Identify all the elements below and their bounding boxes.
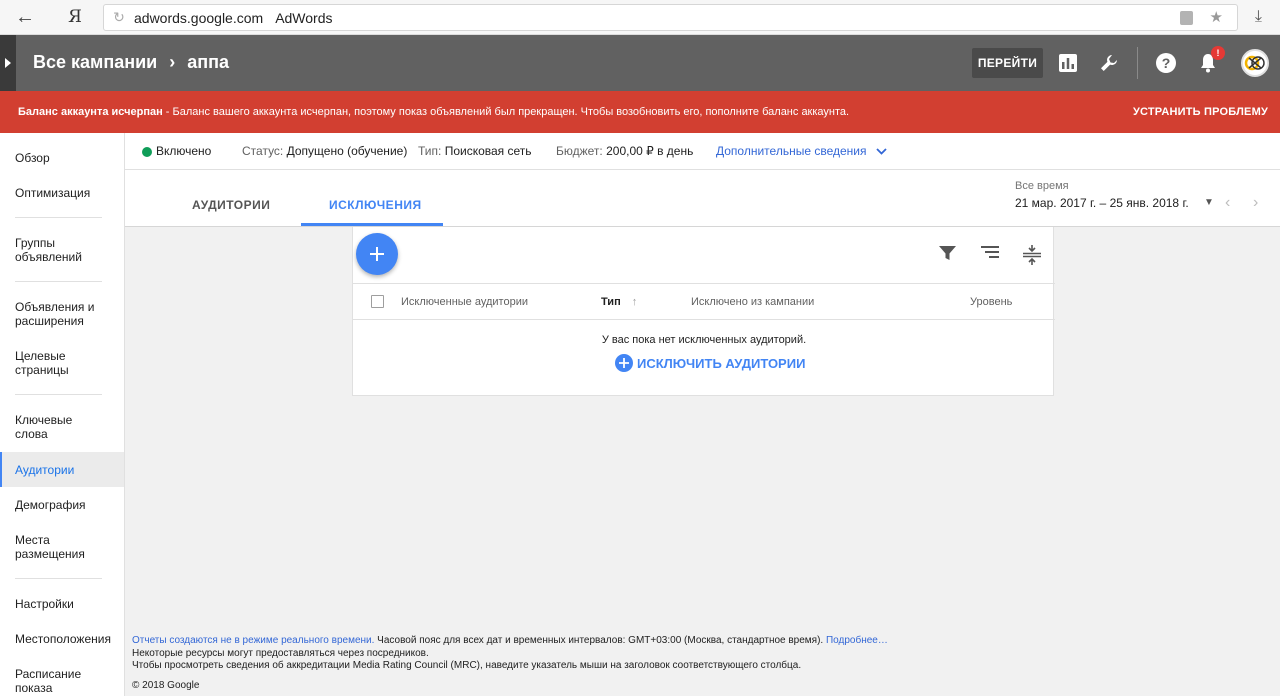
plus-icon [370,247,384,261]
reload-icon[interactable]: ↻ [104,9,134,26]
copyright: © 2018 Google [132,680,200,691]
filter-icon[interactable] [939,245,959,265]
more-details-label: Дополнительные сведения [716,144,867,158]
chevron-down-icon [876,148,887,156]
back-arrow-icon[interactable]: ← [0,6,50,29]
sidebar-divider [15,578,102,579]
column-header-level[interactable]: Уровень [970,296,1012,308]
status-value: Допущено (обучение) [286,144,408,158]
intermediaries-note: Некоторые ресурсы могут предоставляться … [132,647,429,659]
next-period-icon[interactable]: › [1253,194,1258,212]
fix-problem-button[interactable]: УСТРАНИТЬ ПРОБЛЕМУ [1133,106,1268,118]
sidebar-item-landing-pages[interactable]: Целевые страницы [0,349,80,377]
date-range-selector[interactable]: 21 мар. 2017 г. – 25 янв. 2018 г. [1015,196,1189,210]
sidebar-item-keywords[interactable]: Ключевые слова [0,413,80,441]
tabs-row: АУДИТОРИИ ИСКЛЮЧЕНИЯ Все время 21 мар. 2… [125,170,1280,227]
help-icon[interactable]: ? [1154,51,1178,75]
campaign-status-bar: Включено Статус: Допущено (обучение) Тип… [125,133,1280,170]
sidebar-item-overview[interactable]: Обзор [0,151,124,165]
sidebar-item-placements[interactable]: Места размещения [0,533,85,561]
column-header-type[interactable]: Тип ↑ [601,296,637,308]
sidebar-item-locations[interactable]: Местоположения [0,632,124,646]
compact-view-icon[interactable] [1023,245,1043,265]
mrc-note: Чтобы просмотреть сведения об аккредитац… [132,660,802,671]
sidebar-item-ads-extensions[interactable]: Объявления и расширения [0,300,100,328]
account-balance-alert: Баланс аккаунта исчерпан - Баланс вашего… [0,91,1280,133]
column-header-excluded-from[interactable]: Исключено из кампании [691,296,814,308]
avatar[interactable] [1241,49,1269,77]
budget-label: Бюджет: [556,144,603,158]
download-icon[interactable]: ⤓ [1255,8,1262,26]
type-column-label: Тип [601,296,621,308]
column-header-excluded-audiences[interactable]: Исключенные аудитории [401,296,528,308]
table-header: Исключенные аудитории Тип ↑ Исключено из… [353,283,1055,320]
type-value: Поисковая сеть [444,144,532,158]
sidebar-item-ad-schedule[interactable]: Расписание показа [0,667,81,695]
sidebar-divider [15,281,102,282]
sidebar-navigation: Обзор Оптимизация Группы объявлений Объя… [0,133,125,696]
yandex-logo-icon[interactable]: Я [50,7,100,27]
url-domain: adwords.google.com [134,9,264,26]
goto-button[interactable]: ПЕРЕЙТИ [972,48,1043,78]
date-range-label: Все время [1015,180,1069,192]
empty-state-message: У вас пока нет исключенных аудиторий. [601,334,807,346]
segment-icon[interactable] [981,245,1001,265]
expand-navigation-icon[interactable] [0,35,16,91]
notification-badge: ! [1211,46,1225,60]
sidebar-item-settings[interactable]: Настройки [0,597,124,611]
chevron-right-icon: › [169,52,176,72]
learn-more-link[interactable]: Подробнее… [826,635,888,646]
footer-notes: Отчеты создаются не в режиме реального в… [132,635,888,673]
reports-icon[interactable] [1056,51,1080,75]
exclude-audiences-label: ИСКЛЮЧИТЬ АУДИТОРИИ [637,355,806,371]
lock-icon [1180,11,1193,25]
exclude-audiences-button[interactable]: ИСКЛЮЧИТЬ АУДИТОРИИ [615,354,805,372]
tab-audiences[interactable]: АУДИТОРИИ [192,198,270,212]
alert-message: - Баланс вашего аккаунта исчерпан, поэто… [162,106,850,118]
alert-title: Баланс аккаунта исчерпан [18,106,163,118]
campaign-state[interactable]: Включено [156,144,211,158]
bookmark-star-icon[interactable]: ★ [1210,8,1223,26]
breadcrumb-campaign[interactable]: аппа [187,52,229,73]
sort-ascending-icon: ↑ [631,296,638,308]
breadcrumb-all-campaigns[interactable]: Все кампании [33,52,157,73]
address-bar[interactable]: ↻ adwords.google.com AdWords ★ [103,4,1238,31]
previous-period-icon[interactable]: ‹ [1225,194,1230,212]
sidebar-item-audiences[interactable]: Аудитории [0,452,124,487]
budget-value: 200,00 ₽ в день [606,144,694,158]
tab-exclusions[interactable]: ИСКЛЮЧЕНИЯ [329,198,422,212]
plus-circle-icon [615,354,633,372]
page-title: AdWords [275,9,333,26]
sidebar-item-optimization[interactable]: Оптимизация [0,186,124,200]
wrench-icon[interactable] [1097,51,1121,75]
status-label: Статус: [242,144,284,158]
add-exclusion-button[interactable] [356,233,398,275]
type-label: Тип: [418,144,442,158]
sidebar-item-demographics[interactable]: Демография [0,498,124,512]
dropdown-caret-icon[interactable]: ▼ [1204,197,1214,208]
header-divider [1137,47,1138,79]
sidebar-divider [15,394,102,395]
sidebar-divider [15,217,102,218]
browser-toolbar: ← Я ↻ adwords.google.com AdWords ★ ⤓ [0,0,1280,35]
breadcrumb: Все кампании › аппа [33,52,229,73]
active-tab-indicator [301,223,443,226]
exclusions-table-card: Исключенные аудитории Тип ↑ Исключено из… [352,227,1055,396]
more-details-link[interactable]: Дополнительные сведения [716,144,887,158]
app-header: Все кампании › аппа ПЕРЕЙТИ ? [0,35,1280,91]
select-all-checkbox[interactable] [371,295,384,308]
enabled-status-icon [142,147,152,157]
timezone-note: Часовой пояс для всех дат и временных ин… [374,635,826,646]
realtime-reports-link[interactable]: Отчеты создаются не в режиме реального в… [132,635,374,646]
sidebar-item-ad-groups[interactable]: Группы объявлений [0,236,82,264]
